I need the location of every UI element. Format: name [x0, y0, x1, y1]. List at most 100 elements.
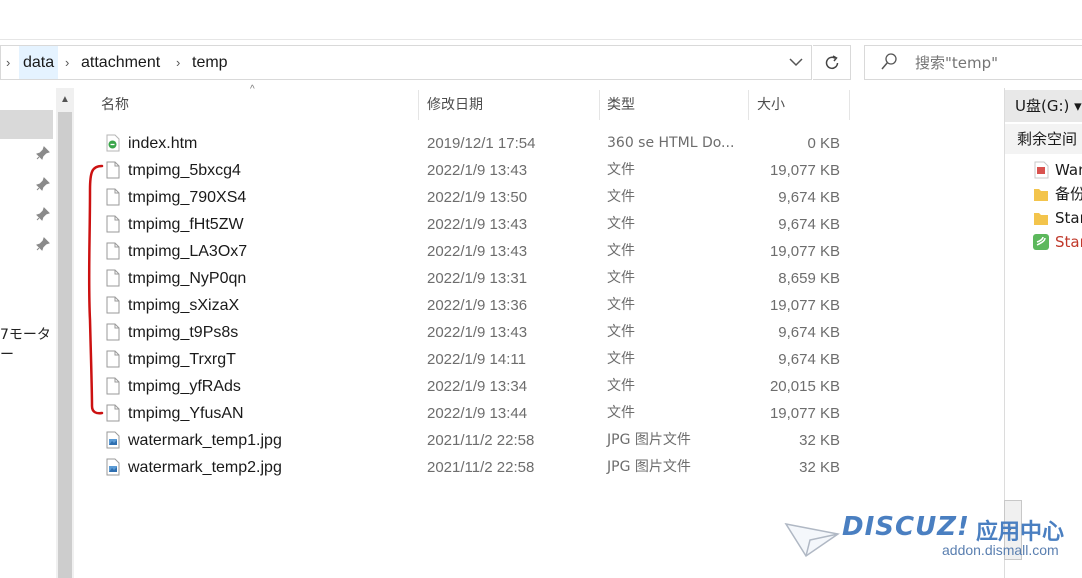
file-row[interactable]: tmpimg_5bxcg4 2022/1/9 13:43 文件 19,077 KB	[96, 157, 848, 184]
chevron-down-icon[interactable]	[789, 46, 803, 79]
file-name[interactable]: watermark_temp1.jpg	[128, 427, 282, 454]
column-divider[interactable]	[418, 90, 419, 120]
file-type: 文件	[607, 351, 635, 367]
refresh-icon	[825, 55, 838, 70]
file-size: 9,674 KB	[778, 324, 840, 341]
file-date: 2022/1/9 13:43	[427, 324, 528, 341]
file-type: 文件	[607, 270, 635, 286]
file-type: 文件	[607, 243, 635, 259]
file-type: 文件	[607, 405, 635, 421]
file-name[interactable]: tmpimg_t9Ps8s	[128, 319, 238, 346]
file-name[interactable]: tmpimg_TrxrgT	[128, 346, 236, 373]
pin-icon[interactable]	[36, 146, 50, 160]
file-type: 文件	[607, 324, 635, 340]
file-name[interactable]: index.htm	[128, 130, 197, 157]
nav-item-label[interactable]: 7モーター	[0, 324, 56, 364]
watermark-domain: addon.dismall.com	[942, 542, 1059, 558]
search-input[interactable]	[915, 49, 1075, 76]
file-row[interactable]: watermark_temp1.jpg 2021/11/2 22:58 JPG 图片…	[96, 427, 848, 454]
file-date: 2021/11/2 22:58	[427, 459, 535, 476]
watermark-brand: DISCUZ!	[842, 512, 970, 542]
pin-icon[interactable]	[36, 207, 50, 221]
image-file-icon	[106, 431, 120, 449]
file-name[interactable]: tmpimg_LA3Ox7	[128, 238, 247, 265]
file-icon	[106, 215, 120, 233]
file-name[interactable]: tmpimg_yfRAds	[128, 373, 241, 400]
free-space-label: 剩余空间	[1005, 124, 1082, 154]
file-icon	[106, 296, 120, 314]
file-row[interactable]: tmpimg_NyP0qn 2022/1/9 13:31 文件 8,659 KB	[96, 265, 848, 292]
file-size: 9,674 KB	[778, 189, 840, 206]
file-row[interactable]: index.htm 2019/12/1 17:54 360 se HTML Do..…	[96, 130, 848, 157]
file-icon	[106, 188, 120, 206]
file-date: 2022/1/9 13:43	[427, 216, 528, 233]
pin-icon[interactable]	[36, 237, 50, 251]
chevron-right-icon[interactable]: ›	[65, 46, 69, 79]
column-header-name[interactable]: 名称	[101, 90, 129, 120]
file-row[interactable]: tmpimg_LA3Ox7 2022/1/9 13:43 文件 19,077 KB	[96, 238, 848, 265]
file-date: 2022/1/9 13:50	[427, 189, 528, 206]
refresh-button[interactable]	[813, 45, 851, 80]
html-file-icon	[106, 134, 120, 152]
file-row[interactable]: tmpimg_yfRAds 2022/1/9 13:34 文件 20,015 KB	[96, 373, 848, 400]
folder-icon	[1034, 213, 1048, 225]
watermark: DISCUZ! 应用中心 addon.dismall.com	[784, 512, 1082, 578]
file-date: 2022/1/9 13:43	[427, 162, 528, 179]
file-icon	[106, 377, 120, 395]
scrollbar-thumb[interactable]	[58, 112, 72, 578]
breadcrumb-data[interactable]: data	[19, 46, 59, 79]
breadcrumb-attachment[interactable]: attachment	[81, 46, 160, 79]
file-size: 19,077 KB	[769, 243, 840, 260]
folder-icon	[1034, 189, 1048, 201]
chevron-right-icon[interactable]: ›	[176, 46, 180, 79]
file-row[interactable]: tmpimg_TrxrgT 2022/1/9 14:11 文件 9,674 KB	[96, 346, 848, 373]
file-row[interactable]: watermark_temp2.jpg 2021/11/2 22:58 JPG 图片…	[96, 454, 848, 481]
file-row[interactable]: tmpimg_YfusAN 2022/1/9 13:44 文件 19,077 KB	[96, 400, 848, 427]
address-bar[interactable]: › data › attachment › temp	[0, 45, 812, 80]
file-name[interactable]: tmpimg_sXizaX	[128, 292, 239, 319]
pin-icon[interactable]	[36, 177, 50, 191]
breadcrumb-temp[interactable]: temp	[192, 46, 228, 79]
pdf-file-icon	[1034, 161, 1049, 179]
window-top-bar	[0, 0, 1082, 40]
scroll-up-icon[interactable]: ▲	[60, 94, 70, 105]
file-type: 文件	[607, 378, 635, 394]
column-header-type[interactable]: 类型	[607, 90, 635, 120]
nav-scrollbar[interactable]: ▲	[56, 88, 74, 578]
file-size: 9,674 KB	[778, 351, 840, 368]
file-row[interactable]: tmpimg_790XS4 2022/1/9 13:50 文件 9,674 KB	[96, 184, 848, 211]
file-type: 文件	[607, 162, 635, 178]
file-name[interactable]: tmpimg_790XS4	[128, 184, 246, 211]
file-date: 2022/1/9 13:34	[427, 378, 528, 395]
file-icon	[106, 350, 120, 368]
column-header-size[interactable]: 大小	[757, 90, 785, 120]
file-size: 32 KB	[799, 459, 840, 476]
nav-item-selected[interactable]	[0, 110, 53, 139]
file-name[interactable]: tmpimg_YfusAN	[128, 400, 244, 427]
file-name[interactable]: tmpimg_fHt5ZW	[128, 211, 244, 238]
file-icon	[106, 161, 120, 179]
navigation-pane: 7モーター	[0, 88, 56, 578]
file-name[interactable]: watermark_temp2.jpg	[128, 454, 282, 481]
file-icon	[106, 323, 120, 341]
file-type: 文件	[607, 297, 635, 313]
file-row[interactable]: tmpimg_sXizaX 2022/1/9 13:36 文件 19,077 KB	[96, 292, 848, 319]
column-header-date[interactable]: 修改日期	[427, 90, 483, 120]
file-type: JPG 图片文件	[607, 459, 691, 475]
file-type: 文件	[607, 189, 635, 205]
column-divider[interactable]	[748, 90, 749, 120]
drive-selector[interactable]: U盘(G:) ▾	[1005, 90, 1082, 122]
file-name[interactable]: tmpimg_NyP0qn	[128, 265, 246, 292]
file-date: 2019/12/1 17:54	[427, 135, 536, 152]
file-name[interactable]: tmpimg_5bxcg4	[128, 157, 241, 184]
column-divider[interactable]	[849, 90, 850, 120]
search-box[interactable]	[864, 45, 1082, 80]
chevron-right-icon[interactable]: ›	[6, 46, 10, 79]
file-date: 2022/1/9 13:31	[427, 270, 528, 287]
file-icon	[106, 242, 120, 260]
file-row[interactable]: tmpimg_fHt5ZW 2022/1/9 13:43 文件 9,674 KB	[96, 211, 848, 238]
paper-plane-icon	[784, 522, 840, 558]
column-divider[interactable]	[599, 90, 600, 120]
file-row[interactable]: tmpimg_t9Ps8s 2022/1/9 13:43 文件 9,674 KB	[96, 319, 848, 346]
sort-ascending-icon: ^	[250, 84, 255, 95]
